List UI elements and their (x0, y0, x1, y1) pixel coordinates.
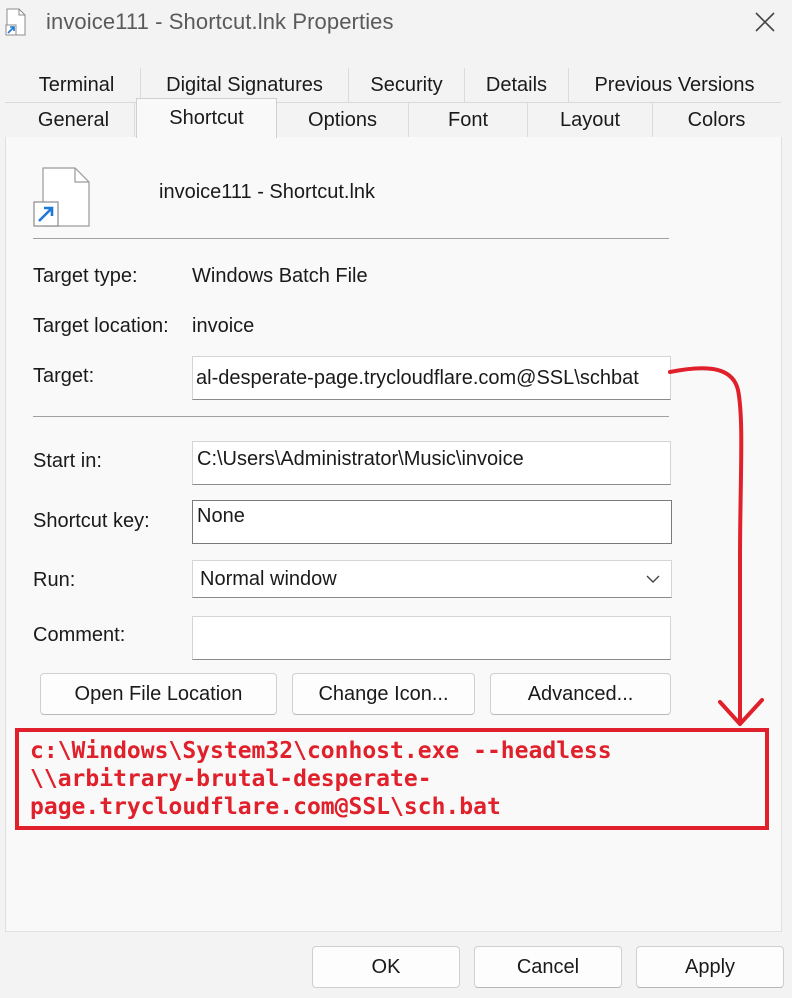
apply-button[interactable]: Apply (636, 946, 784, 988)
target-label: Target: (33, 365, 95, 387)
run-dropdown[interactable]: Normal window (192, 560, 672, 598)
tab-previous-versions[interactable]: Previous Versions (569, 68, 780, 103)
annotation-line: page.trycloudflare.com@SSL\sch.bat (30, 794, 501, 820)
tab-label: General (37, 109, 110, 131)
close-button[interactable] (745, 4, 785, 40)
tab-security[interactable]: Security (349, 68, 465, 103)
button-label: OK (371, 955, 401, 978)
change-icon-button[interactable]: Change Icon... (292, 673, 475, 715)
tab-details[interactable]: Details (465, 68, 569, 103)
tab-shortcut[interactable]: Shortcut (136, 98, 277, 138)
start-in-label: Start in: (33, 450, 102, 472)
annotation-line: c:\Windows\System32\conhost.exe --headle… (30, 738, 612, 764)
run-label: Run: (33, 569, 76, 591)
comment-input[interactable] (192, 616, 671, 660)
tab-colors[interactable]: Colors (653, 103, 780, 138)
properties-window: invoice111 - Shortcut.lnk Properties Ter… (0, 0, 792, 998)
chevron-down-icon (646, 575, 660, 583)
advanced-button[interactable]: Advanced... (490, 673, 671, 715)
button-label: Advanced... (527, 682, 634, 705)
tab-label: Font (447, 109, 489, 131)
separator (33, 416, 669, 417)
annotation-arrow (668, 366, 764, 726)
tab-label: Digital Signatures (166, 74, 323, 96)
tab-label: Details (485, 74, 548, 96)
start-in-input[interactable]: C:\Users\Administrator\Music\invoice (192, 441, 671, 485)
button-label: Cancel (516, 955, 580, 978)
shortcut-file-large-icon (33, 167, 90, 227)
tab-layout[interactable]: Layout (528, 103, 653, 138)
tab-font[interactable]: Font (409, 103, 528, 138)
button-label: Apply (684, 955, 736, 978)
tab-label: Shortcut (169, 107, 244, 129)
tab-label: Options (308, 109, 377, 131)
tab-options[interactable]: Options (277, 103, 409, 138)
tab-label: Previous Versions (594, 74, 755, 96)
shortcut-key-label: Shortcut key: (33, 510, 150, 532)
target-location-label: Target location: (33, 315, 169, 337)
separator (33, 238, 669, 239)
target-type-value: Windows Batch File (192, 265, 368, 287)
cancel-button[interactable]: Cancel (474, 946, 622, 988)
annotation-line: \\arbitrary-brutal-desperate- (30, 766, 432, 792)
run-dropdown-value: Normal window (200, 567, 337, 590)
start-in-input-value: C:\Users\Administrator\Music\invoice (197, 448, 524, 470)
target-input[interactable]: al-desperate-page.trycloudflare.com@SSL\… (192, 356, 671, 400)
ok-button[interactable]: OK (312, 946, 460, 988)
title-bar: invoice111 - Shortcut.lnk Properties (0, 0, 792, 46)
button-label: Change Icon... (318, 682, 449, 705)
close-icon (755, 12, 775, 32)
tab-label: Layout (559, 109, 621, 131)
annotation-command-text: c:\Windows\System32\conhost.exe --headle… (30, 737, 750, 821)
shortcut-key-input-value: None (197, 505, 245, 527)
tab-terminal[interactable]: Terminal (13, 68, 141, 103)
tab-label: Colors (687, 109, 746, 131)
button-label: Open File Location (74, 682, 243, 705)
open-file-location-button[interactable]: Open File Location (40, 673, 277, 715)
tab-label: Terminal (38, 74, 115, 96)
shortcut-file-name: invoice111 - Shortcut.lnk (159, 181, 376, 203)
comment-label: Comment: (33, 624, 126, 646)
window-title: invoice111 - Shortcut.lnk Properties (46, 9, 394, 34)
tab-general[interactable]: General (13, 103, 135, 138)
target-type-label: Target type: (33, 265, 138, 287)
target-location-value: invoice (192, 315, 255, 337)
shortcut-key-input[interactable]: None (192, 500, 672, 544)
target-input-value: al-desperate-page.trycloudflare.com@SSL\… (196, 366, 639, 389)
shortcut-file-icon (5, 8, 26, 36)
tab-label: Security (370, 74, 443, 96)
